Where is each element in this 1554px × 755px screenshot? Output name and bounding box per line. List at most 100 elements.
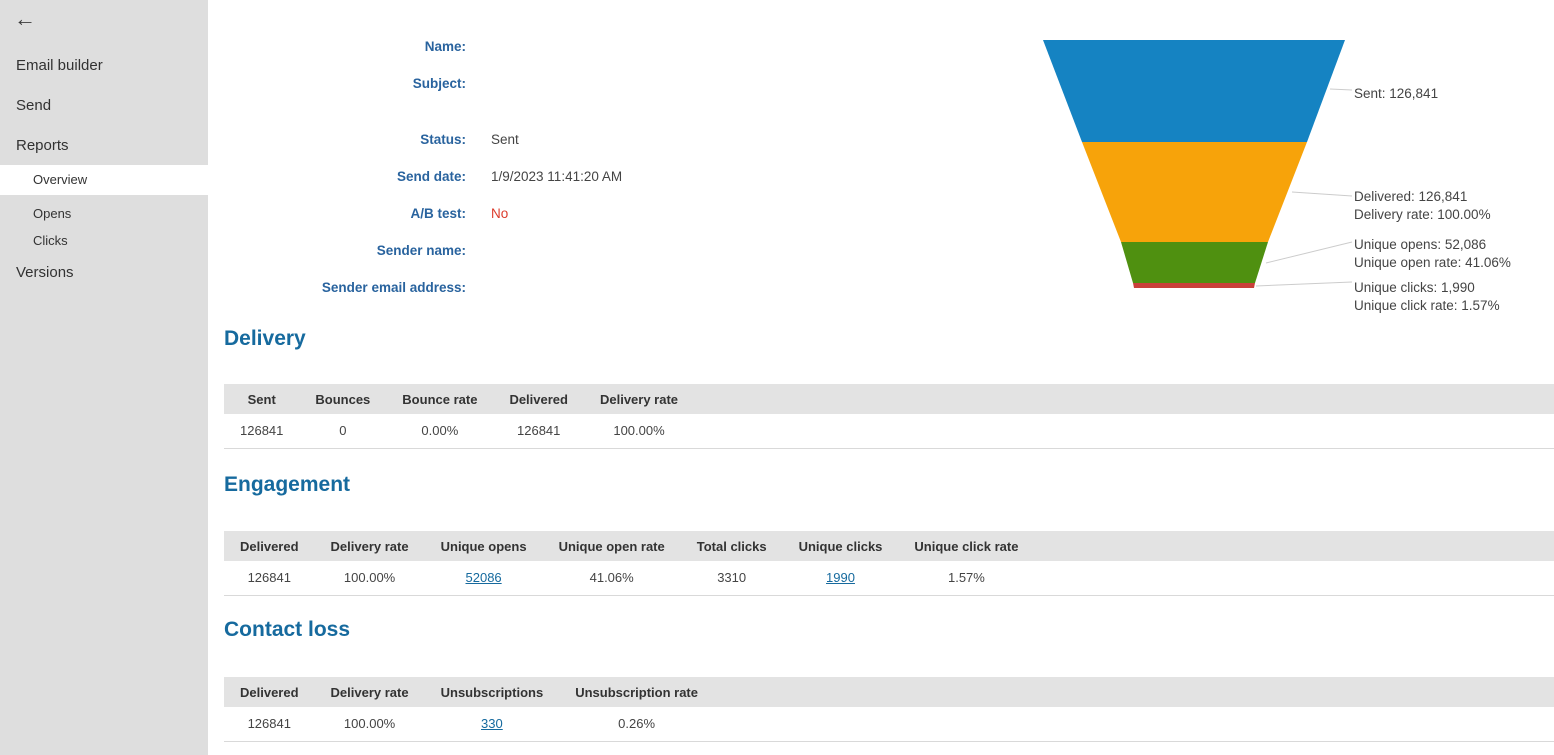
section-title-contact-loss: Contact loss [224, 618, 350, 642]
funnel-label-delivered-line2: Delivery rate: 100.00% [1354, 206, 1491, 224]
cell-bounces: 0 [299, 414, 386, 448]
sidebar-item-email-builder[interactable]: Email builder [0, 56, 208, 76]
col-header-delivered: Delivered [493, 384, 584, 414]
cell-filler [694, 414, 1554, 448]
header-filler [1034, 531, 1554, 561]
field-label-subject: Subject: [208, 76, 466, 91]
field-label-sender-email: Sender email address: [208, 280, 466, 295]
engagement-table: Delivered Delivery rate Unique opens Uni… [224, 531, 1554, 596]
field-row-sender-email: Sender email address: [208, 280, 491, 298]
field-value-send-date: 1/9/2023 11:41:20 AM [491, 169, 622, 184]
delivery-data-row: 126841 0 0.00% 126841 100.00% [224, 414, 1554, 448]
cell-delivery-rate: 100.00% [315, 707, 425, 741]
cell-filler [1034, 561, 1554, 595]
funnel-label-opens-line2: Unique open rate: 41.06% [1354, 254, 1511, 272]
field-label-name: Name: [208, 39, 466, 54]
funnel-svg [1030, 30, 1360, 320]
funnel-label-delivered: Delivered: 126,841 Delivery rate: 100.00… [1354, 188, 1491, 224]
field-label-send-date: Send date: [208, 169, 466, 184]
delivery-table: Sent Bounces Bounce rate Delivered Deliv… [224, 384, 1554, 449]
sidebar-item-send[interactable]: Send [0, 96, 208, 116]
col-header-bounces: Bounces [299, 384, 386, 414]
col-header-delivery-rate: Delivery rate [584, 384, 694, 414]
col-header-delivery-rate: Delivery rate [315, 531, 425, 561]
cell-unique-clicks: 1990 [783, 561, 899, 595]
sidebar-item-opens[interactable]: Opens [0, 200, 208, 227]
cell-unique-opens: 52086 [425, 561, 543, 595]
cell-filler [714, 707, 1554, 741]
funnel-chart: Sent: 126,841 Delivered: 126,841 Deliver… [1030, 30, 1554, 320]
funnel-label-delivered-line1: Delivered: 126,841 [1354, 188, 1491, 206]
col-header-unique-open-rate: Unique open rate [543, 531, 681, 561]
contact-loss-table: Delivered Delivery rate Unsubscriptions … [224, 677, 1554, 742]
cell-delivery-rate: 100.00% [315, 561, 425, 595]
funnel-label-clicks-line2: Unique click rate: 1.57% [1354, 297, 1500, 315]
contact-loss-data-row: 126841 100.00% 330 0.26% [224, 707, 1554, 741]
funnel-label-opens-line1: Unique opens: 52,086 [1354, 236, 1511, 254]
col-header-total-clicks: Total clicks [681, 531, 783, 561]
leader-line-clicks [1256, 282, 1352, 286]
cell-delivered: 126841 [224, 561, 315, 595]
sidebar: ← Email builder Send Reports Overview Op… [0, 0, 208, 755]
cell-unique-open-rate: 41.06% [543, 561, 681, 595]
field-row-sender-name: Sender name: [208, 243, 491, 261]
section-title-delivery: Delivery [224, 327, 306, 351]
funnel-label-sent: Sent: 126,841 [1354, 85, 1438, 103]
cell-sent: 126841 [224, 414, 299, 448]
field-row-send-date: Send date: 1/9/2023 11:41:20 AM [208, 169, 622, 187]
engagement-header-row: Delivered Delivery rate Unique opens Uni… [224, 531, 1554, 561]
funnel-label-clicks-line1: Unique clicks: 1,990 [1354, 279, 1500, 297]
col-header-unique-click-rate: Unique click rate [898, 531, 1034, 561]
contact-loss-header-row: Delivered Delivery rate Unsubscriptions … [224, 677, 1554, 707]
cell-unique-click-rate: 1.57% [898, 561, 1034, 595]
leader-line-opens [1266, 242, 1352, 263]
col-header-unsubscriptions: Unsubscriptions [425, 677, 560, 707]
funnel-segment-delivered [1082, 142, 1307, 242]
main-content: Name: Subject: Status: Sent Send date: 1… [208, 0, 1554, 755]
cell-unsubscriptions: 330 [425, 707, 560, 741]
sidebar-item-versions[interactable]: Versions [0, 262, 208, 284]
cell-unsubscription-rate: 0.26% [559, 707, 714, 741]
cell-delivered: 126841 [224, 707, 315, 741]
field-label-status: Status: [208, 132, 466, 147]
funnel-segment-clicks [1133, 283, 1255, 288]
field-value-status: Sent [491, 132, 519, 147]
field-label-ab-test: A/B test: [208, 206, 466, 221]
cell-delivery-rate: 100.00% [584, 414, 694, 448]
funnel-label-clicks: Unique clicks: 1,990 Unique click rate: … [1354, 279, 1500, 315]
col-header-unique-clicks: Unique clicks [783, 531, 899, 561]
col-header-bounce-rate: Bounce rate [386, 384, 493, 414]
sidebar-item-reports[interactable]: Reports [0, 136, 208, 156]
funnel-segment-opens [1121, 242, 1268, 283]
funnel-label-opens: Unique opens: 52,086 Unique open rate: 4… [1354, 236, 1511, 272]
engagement-data-row: 126841 100.00% 52086 41.06% 3310 1990 1.… [224, 561, 1554, 595]
col-header-unsubscription-rate: Unsubscription rate [559, 677, 714, 707]
col-header-delivered: Delivered [224, 677, 315, 707]
unsubscriptions-link[interactable]: 330 [481, 716, 503, 731]
unique-opens-link[interactable]: 52086 [466, 570, 502, 585]
unique-clicks-link[interactable]: 1990 [826, 570, 855, 585]
header-filler [714, 677, 1554, 707]
funnel-segment-sent [1043, 40, 1345, 142]
col-header-delivered: Delivered [224, 531, 315, 561]
header-filler [694, 384, 1554, 414]
leader-line-delivered [1292, 192, 1352, 196]
section-title-engagement: Engagement [224, 473, 350, 497]
back-arrow-icon: ← [14, 6, 36, 31]
col-header-delivery-rate: Delivery rate [315, 677, 425, 707]
sidebar-item-overview[interactable]: Overview [0, 165, 208, 195]
leader-line-sent [1330, 89, 1352, 90]
cell-bounce-rate: 0.00% [386, 414, 493, 448]
col-header-unique-opens: Unique opens [425, 531, 543, 561]
field-label-sender-name: Sender name: [208, 243, 466, 258]
delivery-header-row: Sent Bounces Bounce rate Delivered Deliv… [224, 384, 1554, 414]
field-value-ab-test: No [491, 206, 508, 221]
cell-delivered: 126841 [493, 414, 584, 448]
sidebar-item-clicks[interactable]: Clicks [0, 227, 208, 254]
field-row-name: Name: [208, 39, 491, 57]
report-page: ← Email builder Send Reports Overview Op… [0, 0, 1554, 755]
back-button[interactable]: ← [14, 4, 44, 34]
col-header-sent: Sent [224, 384, 299, 414]
field-row-subject: Subject: [208, 76, 491, 94]
field-row-ab-test: A/B test: No [208, 206, 508, 224]
